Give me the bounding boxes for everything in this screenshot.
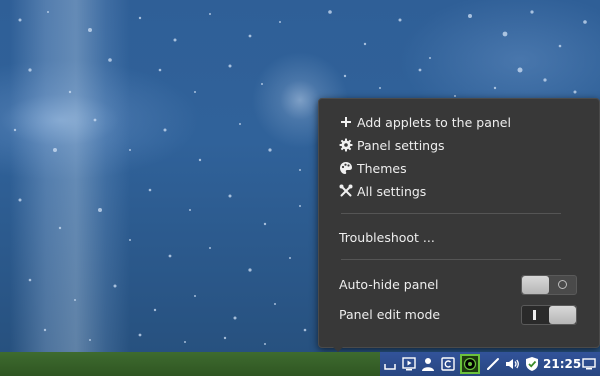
screenshot-recorder-icon[interactable]: [460, 354, 480, 374]
switch-off-indicator: [558, 280, 567, 289]
switch-knob: [522, 276, 549, 294]
volume-icon[interactable]: [504, 356, 520, 372]
media-player-icon[interactable]: [401, 356, 417, 372]
panel-clock[interactable]: 21:25: [543, 352, 581, 376]
panel-edit-mode-label: Panel edit mode: [339, 307, 441, 322]
panel-edit-mode-switch[interactable]: [521, 305, 577, 325]
panel-settings-menu-item[interactable]: Panel settings: [319, 134, 599, 157]
add-applets-menu-item[interactable]: Add applets to the panel: [319, 111, 599, 134]
switch-on-indicator: [533, 310, 536, 320]
auto-hide-panel-switch[interactable]: [521, 275, 577, 295]
pen-icon[interactable]: [485, 356, 501, 372]
auto-hide-panel-item[interactable]: Auto-hide panel: [319, 273, 599, 296]
switch-knob: [549, 306, 576, 324]
update-manager-icon[interactable]: [440, 356, 456, 372]
plus-icon: [341, 117, 351, 127]
tools-icon: [339, 184, 353, 197]
panel-edit-mode-item[interactable]: Panel edit mode: [319, 303, 599, 326]
all-settings-menu-item[interactable]: All settings: [319, 180, 599, 203]
auto-hide-panel-label: Auto-hide panel: [339, 277, 439, 292]
themes-menu-item[interactable]: Themes: [319, 157, 599, 180]
user-icon[interactable]: [420, 356, 436, 372]
troubleshoot-label: Troubleshoot ...: [339, 230, 435, 245]
menu-separator: [341, 259, 561, 260]
workspace-switcher-icon[interactable]: [581, 356, 597, 372]
security-shield-icon[interactable]: [524, 356, 540, 372]
palette-icon: [340, 162, 352, 174]
show-desktop-icon[interactable]: [382, 356, 398, 372]
panel-settings-label: Panel settings: [357, 138, 445, 153]
gear-icon: [339, 138, 353, 152]
troubleshoot-menu-item[interactable]: Troubleshoot ...: [319, 226, 599, 249]
menu-pointer-arrow: [331, 345, 345, 352]
panel-context-menu: Add applets to the panel Panel settings …: [318, 98, 600, 348]
all-settings-label: All settings: [357, 184, 427, 199]
themes-label: Themes: [357, 161, 407, 176]
menu-separator: [341, 213, 561, 214]
add-applets-label: Add applets to the panel: [357, 115, 511, 130]
